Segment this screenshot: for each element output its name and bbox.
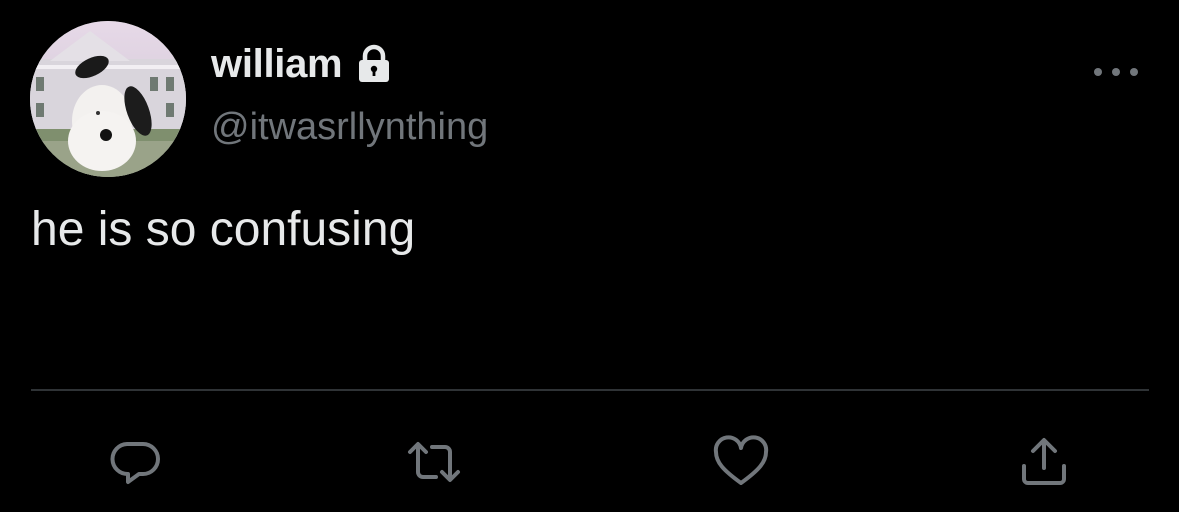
share-icon [1022, 438, 1066, 485]
display-name[interactable]: william [211, 42, 343, 87]
heart-icon [713, 435, 769, 485]
author-name-row[interactable]: william [211, 38, 394, 90]
more-dot [1130, 68, 1138, 76]
more-dot [1112, 68, 1120, 76]
reply-button[interactable] [106, 432, 166, 492]
avatar[interactable] [30, 21, 186, 177]
like-button[interactable] [711, 432, 771, 492]
retweet-button[interactable] [404, 432, 464, 492]
more-dot [1094, 68, 1102, 76]
tweet-card: william @itwasrllynthing he is so confus… [0, 0, 1179, 512]
share-button[interactable] [1014, 432, 1074, 492]
tweet-text: he is so confusing [31, 203, 416, 256]
plush-dog-avatar-image [30, 21, 186, 177]
lock-icon [354, 44, 394, 84]
retweet-icon [408, 442, 460, 482]
divider [31, 389, 1149, 391]
more-options-icon[interactable] [1094, 60, 1138, 84]
reply-icon [110, 442, 160, 484]
author-handle[interactable]: @itwasrllynthing [211, 106, 488, 149]
